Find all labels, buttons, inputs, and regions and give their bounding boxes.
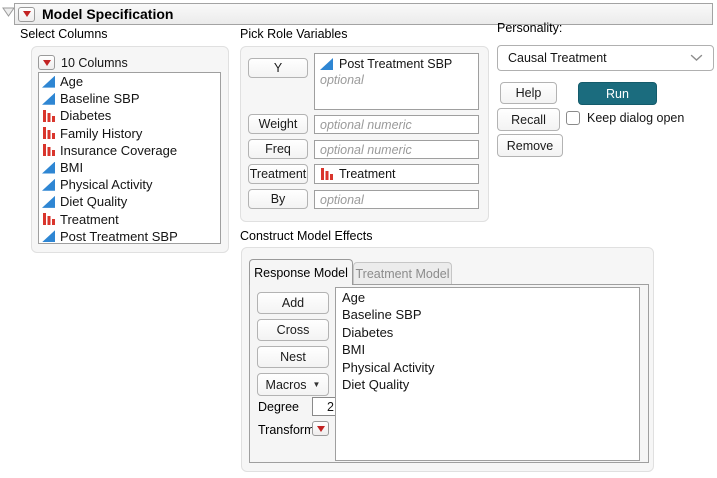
transform-menu-button[interactable] bbox=[312, 421, 329, 436]
pick-roles-label: Pick Role Variables bbox=[240, 27, 348, 41]
effect-item[interactable]: BMI bbox=[336, 341, 639, 358]
macros-dropdown-button[interactable]: Macros ▼ bbox=[257, 373, 329, 396]
continuous-icon bbox=[42, 178, 55, 191]
degree-label: Degree bbox=[258, 400, 299, 414]
select-columns-panel: 10 Columns Age Baseline SBP Diabetes Fam… bbox=[31, 46, 229, 253]
continuous-icon bbox=[42, 92, 55, 105]
column-item[interactable]: Treatment bbox=[39, 211, 220, 228]
red-triangle-icon bbox=[316, 425, 325, 432]
freq-role-button[interactable]: Freq bbox=[248, 139, 308, 159]
tab-treatment-model[interactable]: Treatment Model bbox=[353, 262, 452, 285]
model-effects-list[interactable]: Age Baseline SBP Diabetes BMI Physical A… bbox=[335, 287, 640, 461]
column-name: Insurance Coverage bbox=[60, 142, 178, 158]
model-effects-panel: Response Model Treatment Model Add Cross… bbox=[241, 247, 654, 472]
columns-list[interactable]: Age Baseline SBP Diabetes Family History bbox=[38, 72, 221, 244]
column-item[interactable]: Diabetes bbox=[39, 107, 220, 124]
column-item[interactable]: Post Treatment SBP bbox=[39, 228, 220, 244]
column-item[interactable]: Insurance Coverage bbox=[39, 142, 220, 159]
columns-menu-button[interactable] bbox=[38, 55, 55, 70]
treatment-role-button[interactable]: Treatment bbox=[248, 164, 308, 184]
page-title: Model Specification bbox=[42, 6, 174, 22]
column-item[interactable]: Age bbox=[39, 73, 220, 90]
response-model-tab-content: Add Cross Nest Macros ▼ Degree 2 Transfo… bbox=[249, 284, 649, 463]
effect-item[interactable]: Physical Activity bbox=[336, 359, 639, 376]
red-triangle-icon bbox=[22, 11, 31, 17]
treatment-drop-zone[interactable]: Treatment bbox=[314, 164, 479, 184]
by-placeholder: optional bbox=[320, 192, 364, 207]
column-name: Physical Activity bbox=[60, 177, 153, 193]
transform-label: Transform bbox=[258, 423, 315, 437]
keep-dialog-row: Keep dialog open bbox=[566, 111, 684, 125]
column-name: Post Treatment SBP bbox=[60, 228, 178, 244]
caret-down-icon: ▼ bbox=[312, 380, 321, 389]
personality-selected: Causal Treatment bbox=[508, 51, 607, 65]
y-drop-zone[interactable]: Post Treatment SBP optional bbox=[314, 53, 479, 110]
nominal-icon bbox=[320, 168, 333, 180]
column-name: Treatment bbox=[60, 211, 119, 227]
keep-dialog-checkbox[interactable] bbox=[566, 111, 580, 125]
cross-button[interactable]: Cross bbox=[257, 319, 329, 341]
pick-roles-panel: Y Post Treatment SBP optional Weight opt… bbox=[240, 46, 489, 222]
nominal-icon bbox=[42, 109, 55, 122]
recall-button[interactable]: Recall bbox=[497, 108, 560, 131]
continuous-icon bbox=[42, 75, 55, 88]
y-role-button[interactable]: Y bbox=[248, 58, 308, 78]
nest-button[interactable]: Nest bbox=[257, 346, 329, 368]
effect-item[interactable]: Baseline SBP bbox=[336, 306, 639, 323]
column-name: Baseline SBP bbox=[60, 91, 140, 107]
continuous-icon bbox=[42, 195, 55, 208]
title-bar: Model Specification bbox=[14, 3, 713, 25]
nominal-icon bbox=[42, 127, 55, 140]
continuous-icon bbox=[320, 58, 333, 70]
weight-drop-zone[interactable]: optional numeric bbox=[314, 115, 479, 134]
column-name: Family History bbox=[60, 125, 143, 141]
column-item[interactable]: BMI bbox=[39, 159, 220, 176]
effect-item[interactable]: Diabetes bbox=[336, 324, 639, 341]
model-specification-dialog: Model Specification Select Columns 10 Co… bbox=[0, 0, 717, 478]
column-name: Diabetes bbox=[60, 108, 112, 124]
chevron-down-icon bbox=[690, 54, 703, 61]
column-item[interactable]: Family History bbox=[39, 125, 220, 142]
red-triangle-menu-button[interactable] bbox=[18, 6, 35, 22]
red-triangle-icon bbox=[42, 59, 51, 66]
column-name: BMI bbox=[60, 160, 84, 176]
columns-header: 10 Columns bbox=[38, 55, 128, 70]
effect-item[interactable]: Age bbox=[336, 289, 639, 306]
treatment-assigned-item[interactable]: Treatment bbox=[320, 167, 396, 181]
freq-drop-zone[interactable]: optional numeric bbox=[314, 140, 479, 159]
personality-label: Personality: bbox=[497, 21, 563, 35]
continuous-icon bbox=[42, 230, 55, 243]
run-button[interactable]: Run bbox=[578, 82, 657, 105]
y-value: Post Treatment SBP bbox=[339, 57, 453, 71]
weight-role-button[interactable]: Weight bbox=[248, 114, 308, 134]
nominal-icon bbox=[42, 213, 55, 226]
tab-response-model[interactable]: Response Model bbox=[249, 259, 353, 285]
keep-dialog-label: Keep dialog open bbox=[587, 111, 685, 125]
effect-item[interactable]: Diet Quality bbox=[336, 376, 639, 393]
column-item[interactable]: Baseline SBP bbox=[39, 90, 220, 107]
by-drop-zone[interactable]: optional bbox=[314, 190, 479, 209]
personality-dropdown[interactable]: Causal Treatment bbox=[497, 45, 714, 71]
macros-label: Macros bbox=[265, 377, 307, 392]
add-button[interactable]: Add bbox=[257, 292, 329, 314]
help-button[interactable]: Help bbox=[500, 82, 557, 104]
column-name: Diet Quality bbox=[60, 194, 128, 210]
y-placeholder: optional bbox=[320, 73, 364, 87]
freq-placeholder: optional numeric bbox=[320, 142, 412, 157]
by-role-button[interactable]: By bbox=[248, 189, 308, 209]
column-name: Age bbox=[60, 74, 84, 90]
weight-placeholder: optional numeric bbox=[320, 117, 412, 132]
continuous-icon bbox=[42, 161, 55, 174]
nominal-icon bbox=[42, 144, 55, 157]
select-columns-label: Select Columns bbox=[20, 27, 108, 41]
column-item[interactable]: Diet Quality bbox=[39, 193, 220, 210]
column-item[interactable]: Physical Activity bbox=[39, 176, 220, 193]
columns-count: 10 Columns bbox=[61, 55, 128, 70]
model-effects-label: Construct Model Effects bbox=[240, 229, 373, 243]
treatment-value: Treatment bbox=[339, 167, 396, 181]
remove-button[interactable]: Remove bbox=[497, 134, 563, 157]
y-assigned-item[interactable]: Post Treatment SBP bbox=[320, 57, 452, 71]
